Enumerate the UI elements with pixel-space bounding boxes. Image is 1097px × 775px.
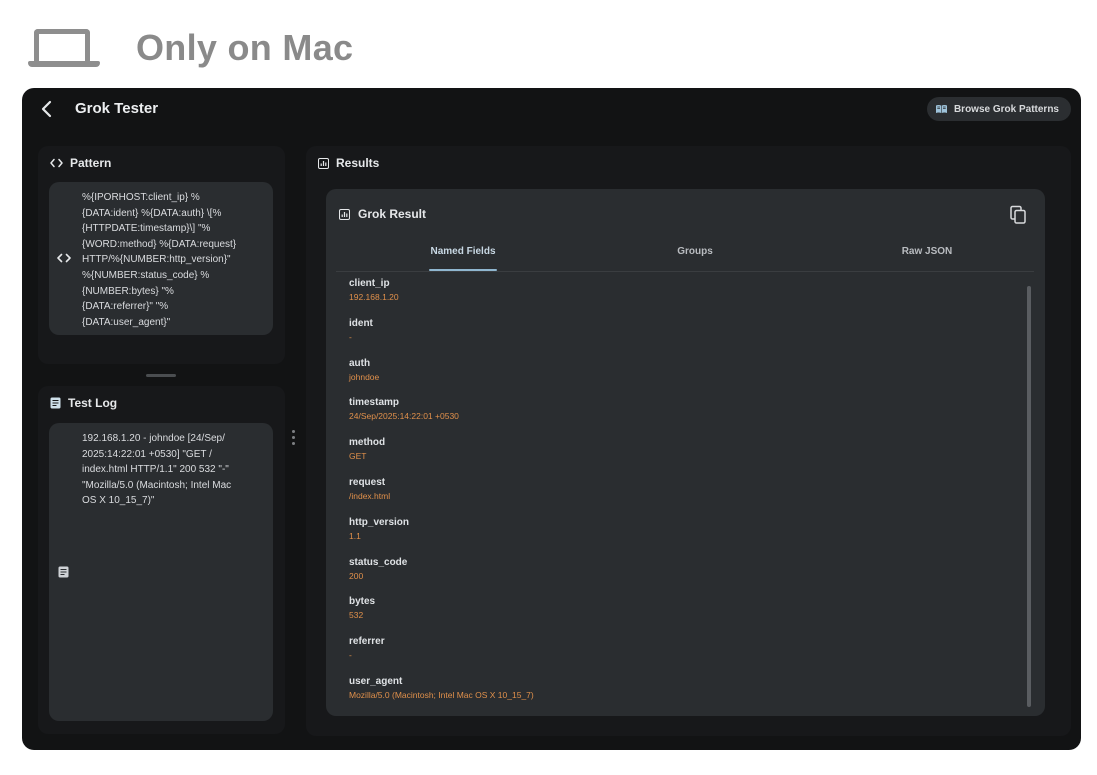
field-name: method bbox=[349, 437, 386, 449]
pattern-text: %{IPORHOST:client_ip} % {DATA:ident} %{D… bbox=[82, 192, 237, 328]
tab-raw-json[interactable]: Raw JSON bbox=[902, 246, 953, 257]
field-value: 200 bbox=[349, 570, 364, 581]
pattern-panel-title: Pattern bbox=[70, 156, 112, 170]
chart-icon bbox=[318, 157, 329, 169]
pattern-panel-header: Pattern bbox=[50, 156, 111, 170]
browse-grok-patterns-button[interactable]: Browse Grok Patterns bbox=[926, 97, 1071, 121]
split-view-divider-handle[interactable] bbox=[292, 430, 296, 448]
field-value: - bbox=[349, 650, 352, 661]
code-icon bbox=[57, 253, 71, 263]
book-icon bbox=[935, 105, 947, 113]
field-value: 1.1 bbox=[349, 530, 361, 541]
result-tabs: Named Fields Groups Raw JSON bbox=[336, 239, 1034, 272]
tab-named-fields[interactable]: Named Fields bbox=[430, 246, 495, 257]
field-name: auth bbox=[349, 357, 371, 369]
field-name: timestamp bbox=[349, 397, 400, 409]
pattern-editor[interactable]: %{IPORHOST:client_ip} % {DATA:ident} %{D… bbox=[49, 182, 273, 335]
field-name: http_version bbox=[349, 516, 410, 528]
field-name: request bbox=[349, 476, 386, 488]
field-value: GET bbox=[349, 451, 367, 462]
page-title: Grok Tester bbox=[75, 100, 159, 117]
field-name: client_ip bbox=[349, 278, 390, 289]
field-value: 24/Sep/2025:14:22:01 +0530 bbox=[349, 411, 459, 422]
laptop-icon bbox=[28, 24, 102, 72]
field-row-client-ip: client_ip 192.168.1.20 bbox=[349, 277, 1009, 317]
results-panel-title: Results bbox=[336, 156, 380, 170]
field-row-ident: ident - bbox=[349, 317, 1009, 357]
field-value: Mozilla/5.0 (Macintosh; Intel Mac OS X 1… bbox=[349, 689, 534, 700]
grok-result-title: Grok Result bbox=[358, 207, 427, 221]
field-row-timestamp: timestamp 24/Sep/2025:14:22:01 +0530 bbox=[349, 396, 1009, 436]
document-icon bbox=[58, 566, 69, 578]
grok-result-header: Grok Result bbox=[339, 207, 426, 221]
field-name: user_agent bbox=[349, 675, 403, 687]
field-name: bytes bbox=[349, 596, 376, 608]
test-log-panel-header: Test Log bbox=[50, 396, 117, 410]
field-row-referrer: referrer - bbox=[349, 635, 1009, 675]
named-fields-list: client_ip 192.168.1.20 ident - auth johndoe ti… bbox=[349, 277, 1009, 715]
field-row-auth: auth johndoe bbox=[349, 357, 1009, 397]
field-value: 192.168.1.20 bbox=[349, 292, 399, 302]
platform-banner: Only on Mac bbox=[28, 18, 353, 78]
back-button[interactable] bbox=[36, 98, 58, 120]
chevron-left-icon bbox=[41, 100, 52, 118]
test-log-panel-title: Test Log bbox=[68, 396, 118, 410]
field-row-method: method GET bbox=[349, 436, 1009, 476]
field-row-status-code: status_code 200 bbox=[349, 556, 1009, 596]
grok-result-card: Grok Result Named Fields Groups Raw JSON… bbox=[326, 189, 1045, 716]
field-name: referrer bbox=[349, 636, 385, 648]
test-log-panel: Test Log 192.168.1.20 - johndoe [24/Sep/… bbox=[38, 386, 285, 734]
results-panel-header: Results bbox=[318, 156, 379, 170]
browse-button-label: Browse Grok Patterns bbox=[953, 103, 1059, 115]
copy-button[interactable] bbox=[1009, 205, 1027, 225]
field-row-user-agent: user_agent Mozilla/5.0 (Macintosh; Intel … bbox=[349, 675, 1009, 715]
pattern-panel: Pattern %{IPORHOST:client_ip} % {DATA:id… bbox=[38, 146, 285, 364]
chart-icon bbox=[339, 208, 350, 220]
field-value: - bbox=[349, 331, 352, 342]
app-window: Grok Tester Browse Grok Patterns Pattern… bbox=[22, 88, 1081, 750]
panel-resize-handle[interactable] bbox=[146, 374, 176, 377]
document-icon bbox=[50, 397, 61, 409]
tab-groups[interactable]: Groups bbox=[677, 246, 713, 257]
code-icon bbox=[50, 158, 63, 168]
top-bar: Grok Tester Browse Grok Patterns bbox=[22, 88, 1081, 132]
test-log-editor[interactable]: 192.168.1.20 - johndoe [24/Sep/ 2025:14:… bbox=[49, 423, 273, 721]
active-tab-indicator bbox=[429, 269, 497, 271]
field-value: 532 bbox=[349, 610, 364, 621]
field-value: johndoe bbox=[349, 371, 380, 382]
field-row-http-version: http_version 1.1 bbox=[349, 516, 1009, 556]
platform-label: Only on Mac bbox=[136, 27, 354, 68]
copy-icon bbox=[1010, 205, 1026, 224]
field-value: /index.html bbox=[349, 490, 391, 501]
test-log-text: 192.168.1.20 - johndoe [24/Sep/ 2025:14:… bbox=[82, 433, 232, 507]
results-scrollbar[interactable] bbox=[1027, 286, 1031, 707]
field-name: status_code bbox=[349, 556, 408, 568]
field-row-request: request/index.html bbox=[349, 476, 1009, 516]
field-row-bytes: bytes 532 bbox=[349, 595, 1009, 635]
field-name: ident bbox=[349, 317, 373, 329]
